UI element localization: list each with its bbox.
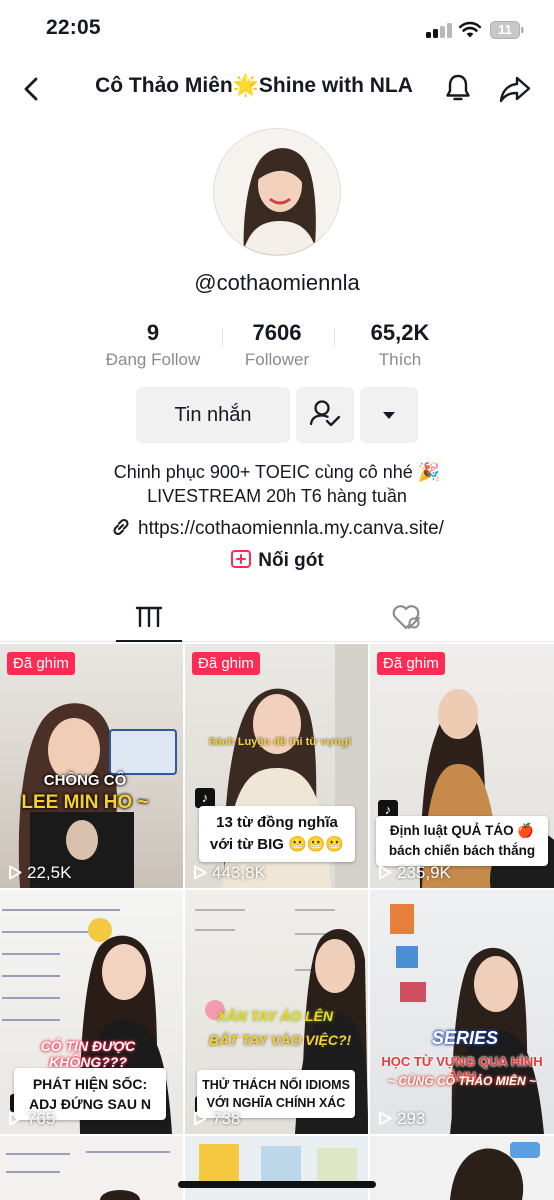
link-text: https://cothaomiennla.my.canva.site/ xyxy=(138,518,444,539)
video-thumbnail xyxy=(18,703,177,888)
view-count: 765 xyxy=(8,1109,55,1129)
grid-icon xyxy=(135,606,163,628)
profile-tabs xyxy=(0,596,554,642)
overlay-text: XẮN TAY ÁO LÊN xyxy=(217,1008,333,1024)
share-icon[interactable] xyxy=(498,73,532,105)
view-count: 738 xyxy=(193,1109,240,1129)
user-check-icon xyxy=(309,400,341,427)
likes-label: Thích xyxy=(378,350,422,369)
video-thumbnail xyxy=(450,1142,540,1200)
overlay-text: CÓ TIN ĐƯỢC KHÔNG??? xyxy=(40,1038,136,1070)
status-time: 22:05 xyxy=(46,16,101,39)
tab-videos[interactable] xyxy=(116,596,182,642)
view-count-value: 235,9K xyxy=(397,863,451,882)
play-icon xyxy=(9,865,22,880)
pinned-badge: Đã ghim xyxy=(7,652,75,675)
avatar[interactable] xyxy=(213,128,341,256)
video-tile[interactable]: XẮN TAY ÁO LÊN BẮT TAY VÀO VIỆC?! ♪ THỬ … xyxy=(185,890,368,1134)
overlay-text: BẮT TAY VÀO VIỆC?! xyxy=(208,1032,352,1048)
video-tile[interactable]: Đã ghim CHỒNG CÔ LEE MIN HO ~ 22,5K xyxy=(0,644,183,888)
duet-label: Nối gót xyxy=(258,550,324,571)
link-icon xyxy=(113,518,129,536)
pinned-badge: Đã ghim xyxy=(377,652,445,675)
duet-link[interactable]: Nối gót xyxy=(0,548,554,572)
view-count-value: 22,5K xyxy=(27,863,72,882)
status-bar: 22:05 11 xyxy=(0,0,554,62)
hidden-heart-icon xyxy=(392,605,420,630)
pinned-badge: Đã ghim xyxy=(192,652,260,675)
video-tile[interactable] xyxy=(185,1136,368,1200)
view-count: 22,5K xyxy=(8,863,71,883)
bell-icon[interactable] xyxy=(442,72,474,104)
profile-stats: 9 Đang Follow 7606 Follower 65,2K Thích xyxy=(0,320,554,376)
video-tile[interactable]: Đã ghim Sách Luyện đề thi từ vựng! ♪ 13 … xyxy=(185,644,368,888)
message-button[interactable]: Tin nhắn xyxy=(136,387,290,443)
bio: Chinh phục 900+ TOEIC cùng cô nhé 🎉 LIVE… xyxy=(0,460,554,508)
tiktok-logo-icon: ♪ xyxy=(195,788,215,808)
following-status-button[interactable] xyxy=(296,387,354,443)
overlay-text: Sách Luyện đề thi từ vựng! xyxy=(208,736,352,748)
profile-link[interactable]: https://cothaomiennla.my.canva.site/ xyxy=(0,516,554,540)
video-thumbnail xyxy=(199,1144,357,1184)
video-tile[interactable] xyxy=(370,1136,554,1200)
play-icon xyxy=(194,865,207,880)
play-icon xyxy=(379,1111,392,1126)
play-icon xyxy=(9,1111,22,1126)
view-count-value: 738 xyxy=(212,1109,241,1128)
suggested-accounts-button[interactable] xyxy=(360,387,418,443)
video-tile[interactable]: SERIES HỌC TỪ VỰNG QUA HÌNH ẢNH ~ CÙNG C… xyxy=(370,890,554,1134)
likes-count: 65,2K xyxy=(370,320,430,345)
view-count: 235,9K xyxy=(378,863,451,883)
overlay-text: SERIES xyxy=(431,1028,499,1048)
plus-square-icon xyxy=(231,550,252,568)
wifi-icon xyxy=(458,21,482,38)
back-arrow-icon[interactable] xyxy=(18,75,46,103)
profile-header: Cô Thảo Miên🌟Shine with NLA xyxy=(0,62,554,116)
home-indicator xyxy=(178,1181,376,1188)
caret-down-icon xyxy=(383,412,395,419)
play-icon xyxy=(194,1111,207,1126)
page-title: Cô Thảo Miên🌟Shine with NLA xyxy=(95,74,413,97)
bio-line: LIVESTREAM 20h T6 hàng tuần xyxy=(147,486,407,506)
overlay-text: CHỒNG CÔ xyxy=(43,772,127,789)
video-tile[interactable]: Đã ghim ♪ Định luật QUẢ TÁO 🍎 bách chiến… xyxy=(370,644,554,888)
video-tile[interactable] xyxy=(0,1136,183,1200)
stat-likes: 65,2K Thích xyxy=(320,320,480,370)
video-tile[interactable]: CÓ TIN ĐƯỢC KHÔNG??? ♪ PHÁT HIỆN SỐC: AD… xyxy=(0,890,183,1134)
view-count: 443,8K xyxy=(193,863,266,883)
video-thumbnail xyxy=(390,904,544,1134)
video-caption: Định luật QUẢ TÁO 🍎 bách chiến bách thắn… xyxy=(376,816,548,866)
bio-line: Chinh phục 900+ TOEIC cùng cô nhé 🎉 xyxy=(113,462,441,482)
overlay-text: LEE MIN HO ~ xyxy=(21,792,149,813)
view-count-value: 293 xyxy=(397,1109,426,1128)
view-count-value: 443,8K xyxy=(212,863,266,882)
cellular-signal-icon xyxy=(426,22,452,38)
video-caption: 13 từ đồng nghĩa với từ BIG 😬😬😬 xyxy=(199,806,355,862)
username: @cothaomiennla xyxy=(194,270,360,295)
view-count-value: 765 xyxy=(27,1109,56,1128)
overlay-text: ~ CÙNG CÔ THẢO MIÊN ~ xyxy=(387,1074,536,1088)
view-count: 293 xyxy=(378,1109,425,1129)
battery-level: 11 xyxy=(498,22,512,37)
tab-liked[interactable] xyxy=(376,596,436,642)
play-icon xyxy=(379,865,392,880)
video-thumbnail xyxy=(6,1151,170,1200)
